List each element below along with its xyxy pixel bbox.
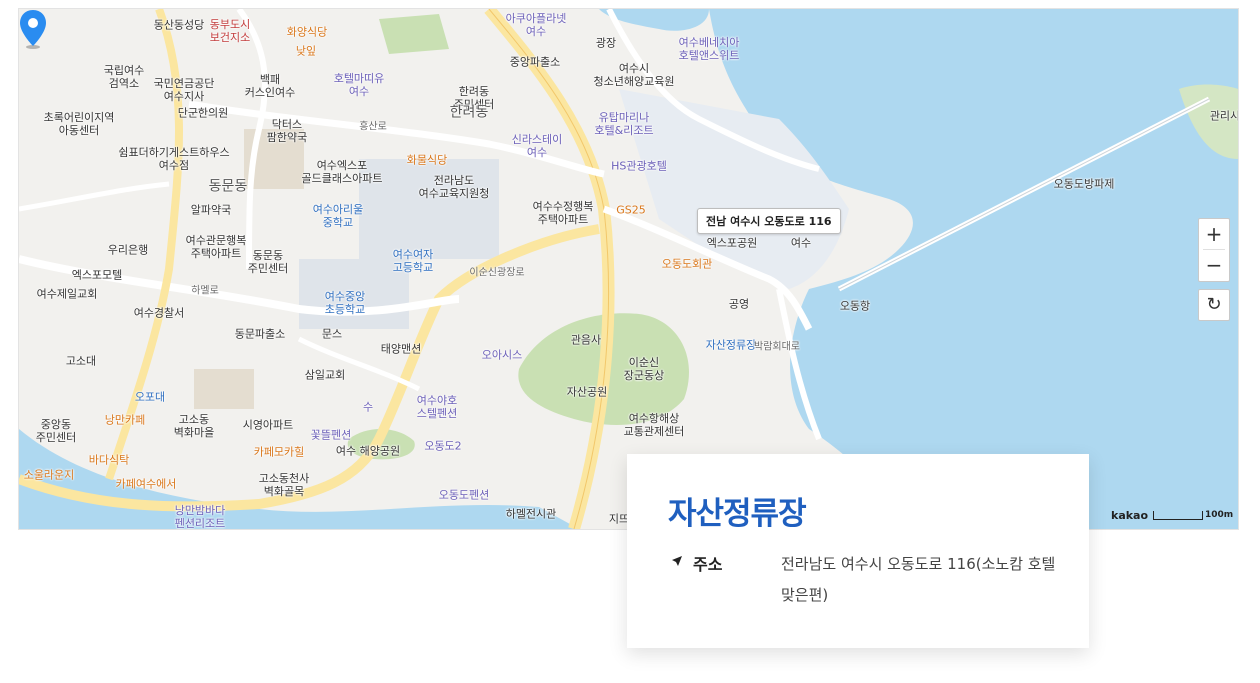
map-label[interactable]: 신라스테이 여수 [512, 133, 563, 159]
scale-bar [1153, 511, 1203, 520]
map-label[interactable]: 여수아리울 중학교 [313, 203, 364, 229]
map-label[interactable]: 중앙파출소 [510, 56, 561, 69]
map-label[interactable]: 여수엑스포 골드클래스아파트 [302, 159, 383, 185]
address-value: 전라남도 여수시 오동도로 116(소노캄 호텔 맞은편) [781, 555, 1056, 604]
map-label[interactable]: 국민연금공단 여수지사 [154, 77, 215, 103]
map-label[interactable]: 동부도시 보건지소 [210, 18, 250, 44]
map-label[interactable]: 하멜전시관 [506, 508, 557, 521]
info-card: 자산정류장 주소 전라남도 여수시 오동도로 116(소노캄 호텔 맞은편) [627, 454, 1089, 648]
map-label[interactable]: 광장 [596, 37, 616, 50]
map-label[interactable]: 여수야호 스텔펜션 [417, 394, 457, 420]
navigation-arrow-icon [672, 556, 682, 566]
kakao-logo: kakao [1111, 509, 1149, 522]
map-label[interactable]: 오동도방파제 [1054, 178, 1115, 191]
stop-title: 자산정류장 [668, 496, 807, 532]
map-label[interactable]: 한려동 [450, 106, 489, 120]
map-label[interactable]: 흥산로 [359, 121, 387, 134]
map-label[interactable]: 공영 [729, 298, 749, 311]
map-label[interactable]: 오동도펜션 [439, 489, 490, 502]
map-label[interactable]: 오동도회관 [662, 258, 713, 271]
map-label[interactable]: 동문동 [209, 180, 248, 194]
map-label[interactable]: 관음사 [571, 334, 601, 347]
map-label[interactable]: 고소대 [66, 355, 96, 368]
map-label[interactable]: 관리시 [1210, 110, 1238, 123]
map-label[interactable]: HS관광호텔 [611, 160, 667, 173]
map-label[interactable]: 오포대 [135, 391, 165, 404]
map-label[interactable]: GS25 [616, 204, 646, 217]
map-label[interactable]: 닥터스 팜한약국 [267, 118, 307, 144]
map-label[interactable]: 여수관문행복 주택아파트 [186, 234, 247, 260]
map-label[interactable]: 엑스포공원 [707, 237, 758, 250]
map-label[interactable]: 자산공원 [567, 386, 607, 399]
map-label[interactable]: 하멜로 [191, 285, 219, 298]
map-label[interactable]: 여수 [791, 237, 811, 250]
map-label[interactable]: 여수시 청소년해양교육원 [594, 62, 675, 88]
map-label[interactable]: 낮잎 [296, 45, 316, 58]
map-label[interactable]: 문스 [322, 328, 342, 341]
map-label[interactable]: 여수중앙 초등학교 [325, 290, 365, 316]
map-label[interactable]: 알파약국 [191, 204, 231, 217]
map-label[interactable]: 동문파출소 [235, 328, 286, 341]
map-label[interactable]: 태양맨션 [381, 343, 421, 356]
map-label[interactable]: 호텔마띠유 여수 [334, 72, 385, 98]
zoom-control: + − [1198, 218, 1230, 282]
map-label[interactable]: 이순신광장로 [469, 267, 524, 280]
zoom-in-button[interactable]: + [1199, 219, 1229, 249]
address-label: 주소 [693, 555, 723, 574]
map-label[interactable]: 쉼표더하기게스트하우스 여수점 [118, 146, 229, 172]
map-label[interactable]: 초록어린이지역 아동센터 [44, 111, 115, 137]
map-label[interactable]: 오아시스 [482, 349, 522, 362]
map-label[interactable]: 여수경찰서 [134, 307, 185, 320]
map-label[interactable]: 카페여수에서 [116, 478, 177, 491]
map-label[interactable]: 단군한의원 [178, 107, 229, 120]
map-label[interactable]: 오동도2 [424, 440, 461, 453]
location-pin-icon[interactable] [19, 9, 47, 49]
map-label[interactable]: 여수항해상 교통관제센터 [624, 412, 685, 438]
map-label[interactable]: 소울라운지 [24, 469, 75, 482]
map-label[interactable]: 화물식당 [407, 154, 447, 167]
map-label[interactable]: 꽃뜰펜션 [311, 429, 351, 442]
map-label[interactable]: 바다식탁 [89, 454, 129, 467]
map-label[interactable]: 우리은행 [108, 244, 148, 257]
map-label[interactable]: 동산동성당 [154, 19, 205, 32]
map-label[interactable]: 화양식당 [287, 26, 327, 39]
map-label[interactable]: 동문동 주민센터 [248, 249, 288, 275]
map-label[interactable]: 카페모카힐 [254, 446, 305, 459]
map-label[interactable]: 낭만카페 [105, 414, 145, 427]
map-label[interactable]: 수 [363, 401, 373, 414]
map-label[interactable]: 오동항 [840, 300, 870, 313]
map-label[interactable]: 여수베네치아 호텔앤스위트 [679, 36, 740, 62]
map-label[interactable]: 백패 커스인여수 [245, 73, 296, 99]
location-tooltip: 전남 여수시 오동도로 116 [697, 208, 841, 234]
map-view[interactable]: 동산동성당 동부도시 보건지소 화양식당낮잎 아쿠아플라넷 여수광장 여수베네치아 호텔… [18, 8, 1239, 530]
reset-map-button[interactable]: ↻ [1198, 289, 1230, 321]
map-label[interactable]: 유탑마리나 호텔&리조트 [594, 111, 653, 137]
map-label[interactable]: 전라남도 여수교육지원청 [419, 174, 490, 200]
map-label[interactable]: 낭만밤바다 펜션리조트 [175, 504, 226, 529]
map-label[interactable]: 여수수정행복 주택아파트 [533, 200, 594, 226]
map-label[interactable]: 박람회대로 [754, 341, 800, 354]
map-label[interactable]: 이순신 장군동상 [624, 356, 664, 382]
map-label[interactable]: 여수여자 고등학교 [393, 248, 433, 274]
map-label[interactable]: 삼일교회 [305, 369, 345, 382]
scale-label: 100m [1205, 510, 1234, 520]
map-label[interactable]: 국립여수 검역소 [104, 64, 144, 90]
map-label[interactable]: 시영아파트 [243, 419, 294, 432]
map-label[interactable]: 고소동천사 벽화골목 [259, 472, 310, 498]
map-label[interactable]: 엑스포모텔 [72, 269, 123, 282]
map-label[interactable]: 고소동 벽화마을 [174, 413, 214, 439]
map-label[interactable]: 중앙동 주민센터 [36, 418, 76, 444]
map-label[interactable]: 여수제일교회 [37, 288, 98, 301]
zoom-out-button[interactable]: − [1199, 250, 1229, 280]
map-label[interactable]: 아쿠아플라넷 여수 [506, 12, 567, 38]
map-label[interactable]: 여수 해양공원 [336, 445, 400, 458]
map-label[interactable]: 자산정류장 [706, 339, 757, 352]
